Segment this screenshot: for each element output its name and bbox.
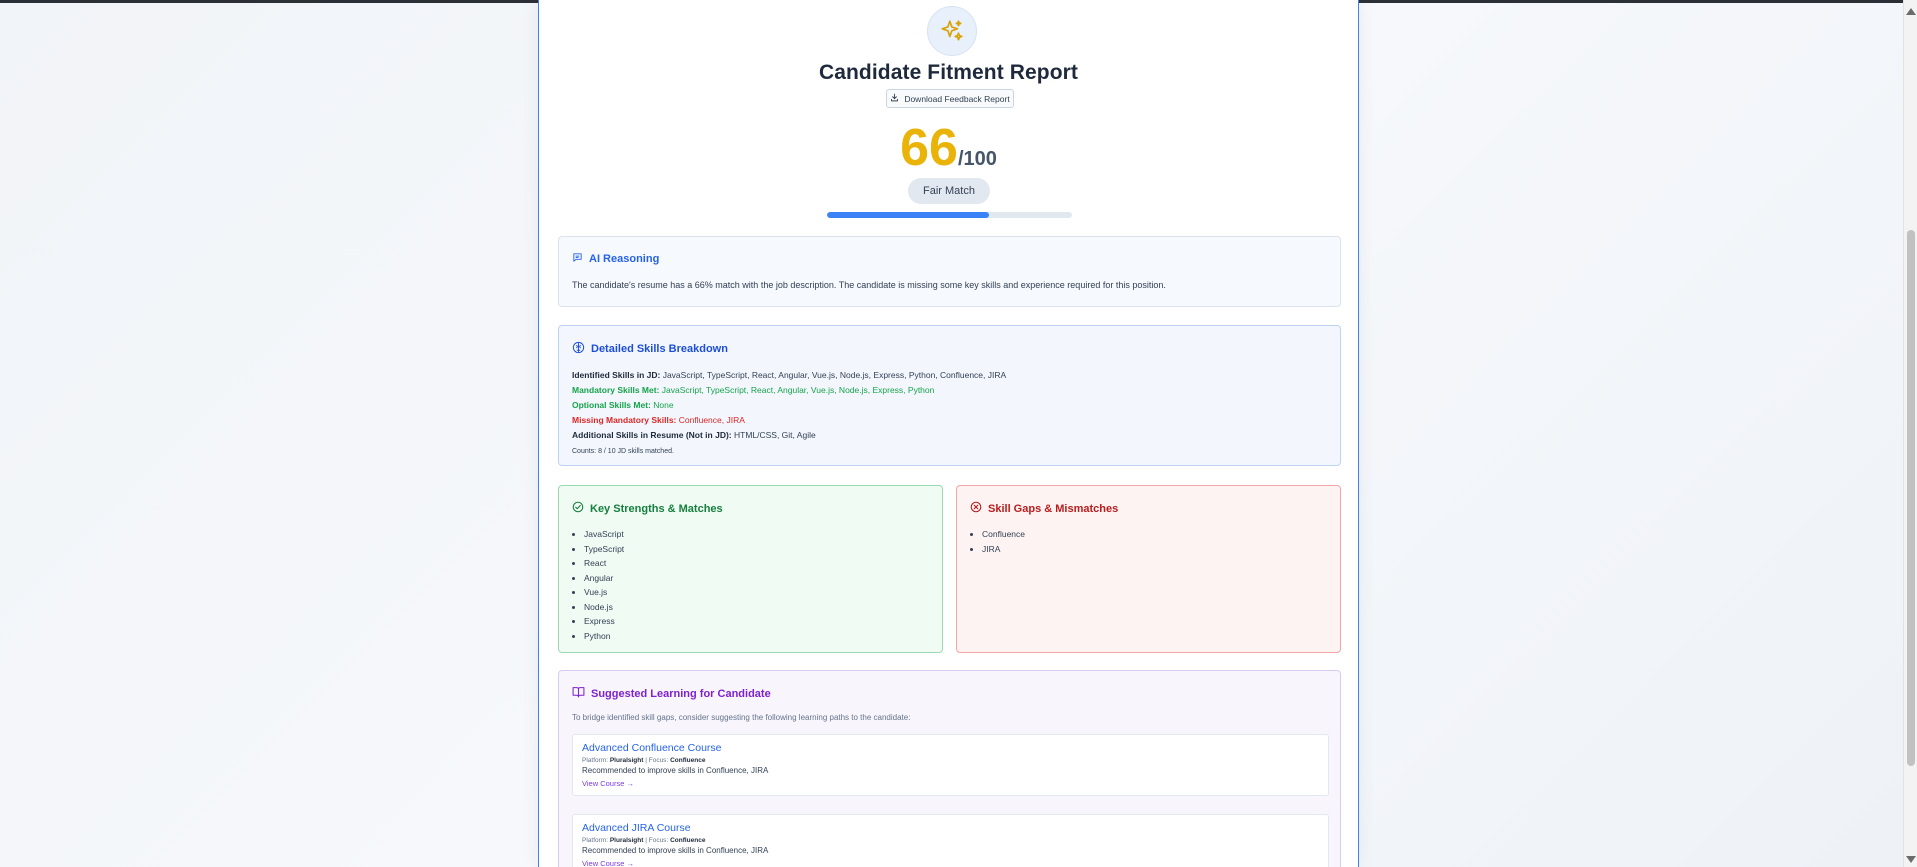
strengths-header: Key Strengths & Matches (572, 501, 723, 516)
report-card: Candidate Fitment Report Download Feedba… (538, 0, 1359, 867)
brain-icon (572, 341, 585, 357)
download-icon (890, 93, 899, 104)
strengths-panel: Key Strengths & Matches JavaScript TypeS… (558, 485, 943, 653)
list-item: Angular (584, 571, 624, 586)
page-scrollbar[interactable] (1903, 0, 1917, 867)
mandatory-skills-value: JavaScript, TypeScript, React, Angular, … (659, 385, 935, 395)
list-item: Express (584, 614, 624, 629)
message-icon (572, 252, 583, 266)
identified-skills-value: JavaScript, TypeScript, React, Angular, … (660, 370, 1007, 380)
download-feedback-button[interactable]: Download Feedback Report (886, 89, 1014, 108)
score-progress-bar (827, 212, 1072, 218)
course-meta: Platform: Pluralsight | Focus: Confluenc… (582, 757, 1319, 764)
optional-skills-value: None (650, 400, 674, 410)
gaps-title: Skill Gaps & Mismatches (988, 502, 1119, 515)
platform-value: Pluralsight (609, 757, 644, 764)
missing-skills-label: Missing Mandatory Skills: (572, 415, 677, 425)
gaps-list: Confluence JIRA (982, 527, 1025, 556)
mandatory-skills-row: Mandatory Skills Met: JavaScript, TypeSc… (572, 383, 1006, 398)
download-label: Download Feedback Report (904, 93, 1010, 104)
x-circle-icon (970, 501, 982, 516)
scroll-down-arrow-icon[interactable] (1906, 856, 1916, 863)
check-circle-icon (572, 501, 584, 516)
ai-reasoning-header: AI Reasoning (572, 252, 659, 266)
focus-value: Confluence (670, 757, 706, 764)
skills-breakdown-header: Detailed Skills Breakdown (572, 341, 728, 357)
gaps-panel: Skill Gaps & Mismatches Confluence JIRA (956, 485, 1341, 653)
list-item: TypeScript (584, 542, 624, 557)
additional-skills-row: Additional Skills in Resume (Not in JD):… (572, 428, 1006, 443)
score-max: /100 (957, 148, 997, 170)
focus-value: Confluence (670, 837, 706, 844)
suggested-learning-title: Suggested Learning for Candidate (591, 687, 771, 700)
optional-skills-label: Optional Skills Met: (572, 400, 651, 410)
platform-label: Platform: (582, 837, 609, 844)
list-item: Python (584, 629, 624, 644)
score-progress-fill (827, 212, 989, 218)
missing-skills-row: Missing Mandatory Skills: Confluence, JI… (572, 413, 1006, 428)
skills-breakdown-panel: Detailed Skills Breakdown Identified Ski… (558, 325, 1341, 466)
view-course-link[interactable]: View Course → (582, 779, 1319, 788)
identified-skills-row: Identified Skills in JD: JavaScript, Typ… (572, 368, 1006, 383)
optional-skills-row: Optional Skills Met: None (572, 398, 1006, 413)
course-card: Advanced Confluence Course Platform: Plu… (572, 734, 1329, 796)
suggested-learning-panel: Suggested Learning for Candidate To brid… (558, 670, 1341, 867)
skill-counts: Counts: 8 / 10 JD skills matched. (572, 448, 674, 455)
identified-skills-label: Identified Skills in JD: (572, 370, 661, 380)
focus-label: | Focus: (645, 837, 669, 844)
focus-label: | Focus: (645, 757, 669, 764)
ai-reasoning-text: The candidate's resume has a 66% match w… (572, 280, 1166, 290)
list-item: JIRA (982, 542, 1025, 557)
gaps-header: Skill Gaps & Mismatches (970, 501, 1118, 516)
platform-value: Pluralsight (609, 837, 644, 844)
additional-skills-label: Additional Skills in Resume (Not in JD): (572, 430, 732, 440)
list-item: React (584, 556, 624, 571)
additional-skills-value: HTML/CSS, Git, Agile (731, 430, 816, 440)
course-title[interactable]: Advanced JIRA Course (582, 822, 1319, 834)
platform-label: Platform: (582, 757, 609, 764)
match-score: 66/100 (539, 122, 1358, 174)
mandatory-skills-label: Mandatory Skills Met: (572, 385, 660, 395)
course-card: Advanced JIRA Course Platform: Pluralsig… (572, 814, 1329, 867)
scroll-up-arrow-icon[interactable] (1906, 8, 1916, 15)
suggested-learning-intro: To bridge identified skill gaps, conside… (572, 713, 911, 722)
scrollbar-thumb[interactable] (1907, 230, 1915, 766)
skills-breakdown-title: Detailed Skills Breakdown (591, 343, 728, 355)
match-badge: Fair Match (908, 178, 990, 204)
list-item: Node.js (584, 600, 624, 615)
score-value: 66 (900, 119, 958, 177)
view-course-link[interactable]: View Course → (582, 859, 1319, 867)
missing-skills-value: Confluence, JIRA (676, 415, 745, 425)
course-meta: Platform: Pluralsight | Focus: Confluenc… (582, 837, 1319, 844)
list-item: Confluence (982, 527, 1025, 542)
ai-reasoning-panel: AI Reasoning The candidate's resume has … (558, 236, 1341, 307)
sparkles-icon (927, 6, 977, 56)
list-item: Vue.js (584, 585, 624, 600)
book-open-icon (572, 686, 585, 701)
course-description: Recommended to improve skills in Conflue… (582, 766, 769, 775)
suggested-learning-header: Suggested Learning for Candidate (572, 686, 771, 701)
skills-breakdown-list: Identified Skills in JD: JavaScript, Typ… (572, 368, 1006, 459)
strengths-list: JavaScript TypeScript React Angular Vue.… (584, 527, 624, 643)
list-item: JavaScript (584, 527, 624, 542)
page-title: Candidate Fitment Report (818, 61, 1079, 84)
course-description: Recommended to improve skills in Conflue… (582, 846, 769, 855)
course-title[interactable]: Advanced Confluence Course (582, 742, 1319, 754)
ai-reasoning-title: AI Reasoning (589, 253, 660, 265)
strengths-title: Key Strengths & Matches (590, 502, 723, 515)
